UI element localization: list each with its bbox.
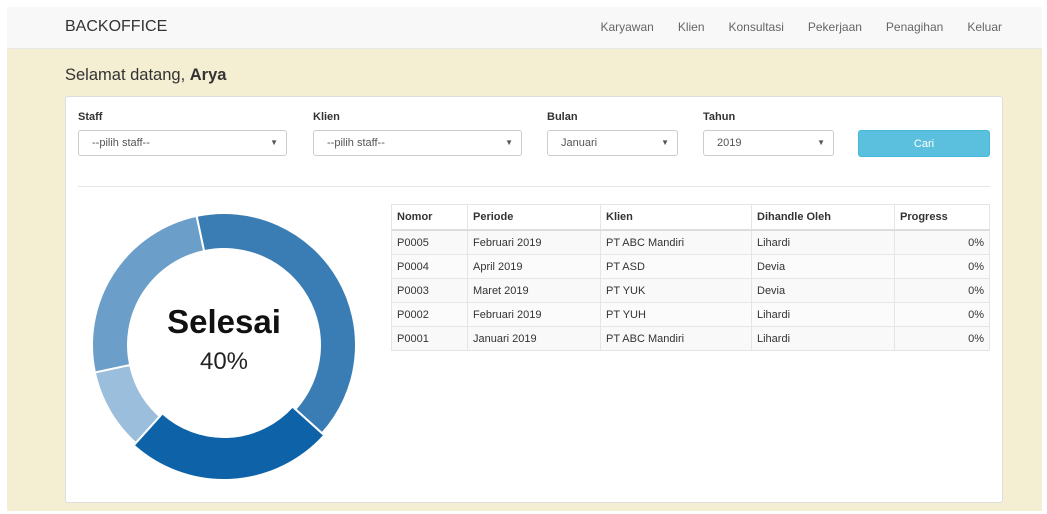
main-panel: Staff --pilih staff-- ▼ Klien --pilih st… <box>65 96 1003 503</box>
chevron-down-icon: ▼ <box>817 138 825 147</box>
nav-item-konsultasi[interactable]: Konsultasi <box>729 20 784 34</box>
klien-select-value: --pilih staff-- <box>327 137 385 149</box>
cell-nomor: P0002 <box>391 302 468 327</box>
donut-percent: 40% <box>199 348 249 375</box>
donut-svg <box>91 212 357 481</box>
cell-dihandle: Lihardi <box>751 229 895 255</box>
chevron-down-icon: ▼ <box>505 138 513 147</box>
cell-periode: Februari 2019 <box>467 302 601 327</box>
cell-dihandle: Lihardi <box>751 302 895 327</box>
cell-klien: PT ASD <box>600 254 752 279</box>
cell-progress: 0% <box>894 326 990 351</box>
chevron-down-icon: ▼ <box>661 138 669 147</box>
tahun-label: Tahun <box>703 111 736 123</box>
table-row: P0004 April 2019 PT ASD Devia 0% <box>391 254 990 279</box>
user-name: Arya <box>189 66 227 84</box>
welcome-message: Selamat datang, Arya <box>65 66 226 85</box>
bulan-select[interactable]: Januari ▼ <box>547 130 678 156</box>
divider <box>78 186 990 187</box>
table-row: P0005 Februari 2019 PT ABC Mandiri Lihar… <box>391 229 990 255</box>
donut-center <box>134 255 314 435</box>
nav-menu: Karyawan Klien Konsultasi Pekerjaan Pena… <box>576 20 1002 34</box>
cell-nomor: P0003 <box>391 278 468 303</box>
jobs-table: Nomor Periode Klien Dihandle Oleh Progre… <box>391 204 990 351</box>
cell-periode: Maret 2019 <box>467 278 601 303</box>
welcome-prefix: Selamat datang, <box>65 66 186 84</box>
table-row: P0001 Januari 2019 PT ABC Mandiri Lihard… <box>391 326 990 351</box>
cell-klien: PT ABC Mandiri <box>600 229 752 255</box>
search-button[interactable]: Cari <box>858 130 990 157</box>
cell-progress: 0% <box>894 278 990 303</box>
cell-nomor: P0005 <box>391 229 468 255</box>
nav-item-keluar[interactable]: Keluar <box>967 20 1002 34</box>
table-header-row: Nomor Periode Klien Dihandle Oleh Progre… <box>391 204 990 231</box>
cell-periode: Januari 2019 <box>467 326 601 351</box>
cell-nomor: P0004 <box>391 254 468 279</box>
klien-select[interactable]: --pilih staff-- ▼ <box>313 130 522 156</box>
cell-progress: 0% <box>894 254 990 279</box>
nav-item-karyawan[interactable]: Karyawan <box>600 20 653 34</box>
table-row: P0003 Maret 2019 PT YUK Devia 0% <box>391 278 990 303</box>
tahun-select[interactable]: 2019 ▼ <box>703 130 834 156</box>
cell-progress: 0% <box>894 229 990 255</box>
table-row: P0002 Februari 2019 PT YUH Lihardi 0% <box>391 302 990 327</box>
klien-label: Klien <box>313 111 340 123</box>
cell-dihandle: Devia <box>751 254 895 279</box>
cell-nomor: P0001 <box>391 326 468 351</box>
cell-klien: PT YUK <box>600 278 752 303</box>
bulan-select-value: Januari <box>561 137 598 149</box>
nav-item-pekerjaan[interactable]: Pekerjaan <box>808 20 862 34</box>
col-klien: Klien <box>600 204 752 231</box>
donut-title: Selesai <box>167 303 281 340</box>
nav-item-penagihan[interactable]: Penagihan <box>886 20 943 34</box>
col-dihandle-oleh: Dihandle Oleh <box>751 204 895 231</box>
staff-label: Staff <box>78 111 103 123</box>
cell-klien: PT ABC Mandiri <box>600 326 752 351</box>
bulan-label: Bulan <box>547 111 578 123</box>
cell-dihandle: Devia <box>751 278 895 303</box>
col-periode: Periode <box>467 204 601 231</box>
cell-dihandle: Lihardi <box>751 326 895 351</box>
nav-item-klien[interactable]: Klien <box>678 20 705 34</box>
col-progress: Progress <box>894 204 990 231</box>
tahun-select-value: 2019 <box>717 137 742 149</box>
progress-donut-chart: Selesai 40% <box>84 205 364 485</box>
brand-logo[interactable]: BACKOFFICE <box>65 18 167 36</box>
staff-select-value: --pilih staff-- <box>92 137 150 149</box>
cell-klien: PT YUH <box>600 302 752 327</box>
navbar: BACKOFFICE Karyawan Klien Konsultasi Pek… <box>7 7 1042 49</box>
cell-progress: 0% <box>894 302 990 327</box>
app-frame: BACKOFFICE Karyawan Klien Konsultasi Pek… <box>7 7 1042 511</box>
staff-select[interactable]: --pilih staff-- ▼ <box>78 130 287 156</box>
col-nomor: Nomor <box>391 204 468 231</box>
cell-periode: Februari 2019 <box>467 229 601 255</box>
cell-periode: April 2019 <box>467 254 601 279</box>
chevron-down-icon: ▼ <box>270 138 278 147</box>
